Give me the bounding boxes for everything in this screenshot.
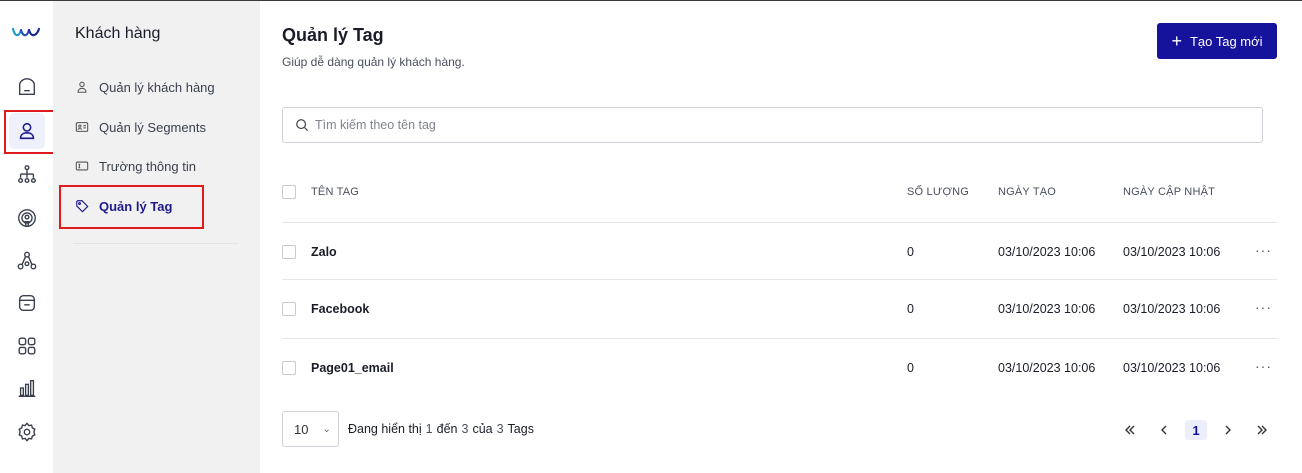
rail-hierarchy[interactable] — [9, 157, 45, 193]
tag-name: Zalo — [311, 245, 337, 259]
info-from: 1 — [425, 422, 433, 436]
double-chevron-left-icon — [1125, 425, 1135, 435]
sidebar: Khách hàng Quản lý khách hàng Quản lý Se… — [53, 1, 260, 473]
page-subtitle: Giúp dễ dàng quản lý khách hàng. — [282, 55, 465, 69]
more-options-icon[interactable]: ··· — [1255, 358, 1272, 374]
info-of-word: của — [472, 422, 493, 436]
search-box — [282, 107, 1263, 143]
page-title: Quản lý Tag — [282, 25, 384, 45]
tag-count: 0 — [907, 302, 914, 316]
tag-updated: 03/10/2023 10:06 — [1123, 245, 1221, 259]
sidebar-item-label: Trường thông tin — [99, 158, 196, 174]
main-content: Quản lý Tag Giúp dễ dàng quản lý khách h… — [260, 1, 1302, 473]
rail-broadcast[interactable] — [9, 200, 45, 236]
sidebar-item-segments[interactable]: Quản lý Segments — [75, 116, 206, 138]
table-divider — [282, 222, 1277, 223]
tag-updated: 03/10/2023 10:06 — [1123, 302, 1221, 316]
column-header-name[interactable]: TÊN TAG — [311, 186, 359, 198]
rail-reports[interactable] — [9, 370, 45, 406]
rail-apps[interactable] — [9, 328, 45, 364]
chevron-down-icon: ⌄ — [322, 423, 331, 435]
icon-rail — [0, 1, 53, 473]
rail-customers[interactable] — [9, 113, 45, 149]
chevron-right-icon — [1225, 425, 1231, 435]
more-options-icon[interactable]: ··· — [1255, 299, 1272, 315]
sidebar-divider — [73, 243, 238, 244]
tag-created: 03/10/2023 10:06 — [998, 302, 1096, 316]
rail-archive[interactable] — [9, 285, 45, 321]
double-chevron-right-icon — [1257, 425, 1267, 435]
network-icon — [17, 251, 37, 270]
tag-count: 0 — [907, 245, 914, 259]
apps-grid-icon — [18, 337, 36, 355]
row-checkbox[interactable] — [282, 361, 296, 375]
info-suffix: Tags — [507, 422, 534, 436]
rail-settings[interactable] — [9, 414, 45, 450]
tag-created: 03/10/2023 10:06 — [998, 245, 1096, 259]
more-options-icon[interactable]: ··· — [1255, 242, 1272, 258]
column-header-count[interactable]: SỐ LƯỢNG — [907, 186, 969, 198]
home-icon — [18, 78, 36, 96]
broadcast-icon — [18, 209, 36, 227]
tag-name: Page01_email — [311, 361, 394, 375]
tag-created: 03/10/2023 10:06 — [998, 361, 1096, 375]
sidebar-title: Khách hàng — [75, 25, 161, 42]
page-size-select[interactable]: 10 ⌄ — [282, 411, 339, 447]
gear-icon — [18, 422, 36, 442]
next-page-button[interactable] — [1220, 420, 1236, 440]
create-tag-button[interactable]: + Tạo Tag mới — [1157, 23, 1277, 59]
rail-home[interactable] — [9, 69, 45, 105]
info-total: 3 — [496, 422, 504, 436]
info-to-word: đến — [436, 422, 458, 436]
pagination-info: Đang hiển thị 1 đến 3 của 3 Tags — [348, 422, 534, 436]
page-number-button[interactable]: 1 — [1185, 420, 1207, 440]
prev-page-button[interactable] — [1156, 420, 1172, 440]
bar-chart-icon — [18, 379, 36, 397]
id-card-icon — [75, 122, 89, 132]
sidebar-item-label: Quản lý Segments — [99, 119, 206, 135]
create-tag-label: Tạo Tag mới — [1189, 33, 1263, 49]
archive-icon — [18, 294, 36, 312]
info-prefix: Đang hiển thị — [348, 422, 422, 436]
tag-count: 0 — [907, 361, 914, 375]
table-divider — [282, 338, 1277, 339]
sidebar-item-customers[interactable]: Quản lý khách hàng — [75, 76, 215, 98]
hierarchy-icon — [18, 165, 36, 184]
logo-icon — [11, 27, 41, 37]
tag-updated: 03/10/2023 10:06 — [1123, 361, 1221, 375]
user-icon — [77, 81, 87, 93]
page-size-value: 10 — [294, 421, 309, 437]
sidebar-item-label: Quản lý Tag — [99, 198, 173, 214]
search-icon — [296, 119, 309, 132]
tag-icon — [76, 200, 89, 213]
sidebar-item-fields[interactable]: Trường thông tin — [75, 155, 196, 177]
chevron-left-icon — [1161, 425, 1167, 435]
sidebar-item-tags[interactable]: Quản lý Tag — [75, 195, 172, 217]
first-page-button[interactable] — [1122, 420, 1138, 440]
column-header-created[interactable]: NGÀY TẠO — [998, 186, 1056, 198]
field-icon — [75, 161, 89, 171]
column-header-updated[interactable]: NGÀY CẬP NHẬT — [1123, 186, 1215, 198]
sidebar-item-label: Quản lý khách hàng — [99, 79, 215, 95]
search-input[interactable] — [315, 118, 1215, 132]
row-checkbox[interactable] — [282, 245, 296, 259]
table-divider — [282, 279, 1277, 280]
last-page-button[interactable] — [1254, 420, 1270, 440]
user-icon — [19, 122, 35, 140]
info-to: 3 — [461, 422, 469, 436]
row-checkbox[interactable] — [282, 302, 296, 316]
tag-name: Facebook — [311, 302, 370, 316]
rail-network[interactable] — [9, 243, 45, 279]
select-all-checkbox[interactable] — [282, 185, 296, 199]
plus-icon: + — [1171, 31, 1182, 51]
